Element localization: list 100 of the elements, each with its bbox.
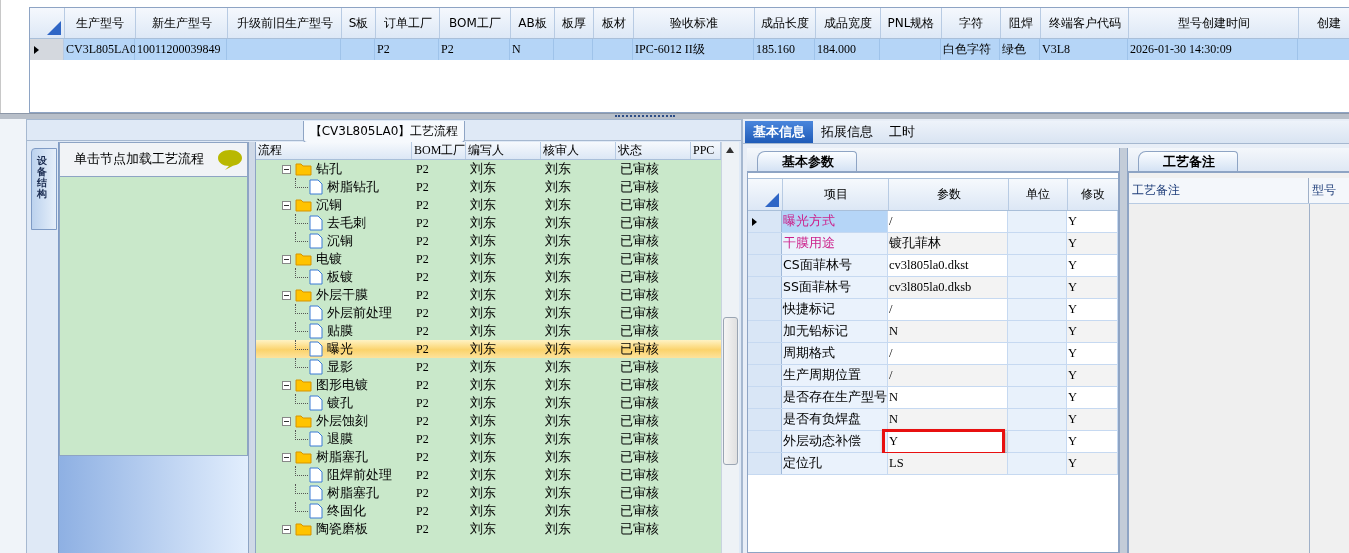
table-cell: 加无铅标记 bbox=[782, 321, 888, 342]
tree-node[interactable]: 镀孔 bbox=[327, 394, 353, 412]
column-header[interactable]: 生产型号 bbox=[65, 8, 136, 38]
collapse-toggle-icon[interactable] bbox=[282, 380, 291, 390]
table-cell: 已审核 bbox=[620, 268, 659, 286]
tree-node[interactable]: 电镀 bbox=[316, 250, 342, 268]
column-header[interactable]: 新生产型号 bbox=[136, 8, 228, 38]
tree-node[interactable]: 树脂塞孔 bbox=[327, 484, 379, 502]
table-cell: 刘东 bbox=[545, 304, 571, 322]
document-icon bbox=[309, 359, 323, 375]
table-cell: 刘东 bbox=[470, 394, 496, 412]
tab[interactable]: 拓展信息 bbox=[813, 121, 881, 143]
table-row[interactable]: CV3L805LA0 10011200039849 P2 P2 N IPC-6012 II级 185.160 184.000 白色字符 绿色 V3L8 2026-01-30 14:30:09 bbox=[30, 39, 1349, 60]
tab[interactable]: 基本信息 bbox=[745, 121, 813, 143]
collapse-toggle-icon[interactable] bbox=[282, 524, 291, 534]
table-cell: 2026-01-30 14:30:09 bbox=[1128, 39, 1298, 60]
scrollbar[interactable] bbox=[721, 142, 739, 553]
column-header[interactable]: PNL规格 bbox=[881, 8, 942, 38]
collapse-toggle-icon[interactable] bbox=[282, 200, 291, 210]
column-header[interactable]: 终端客户代码 bbox=[1041, 8, 1129, 38]
table-cell: Y bbox=[1067, 233, 1118, 254]
collapse-toggle-icon[interactable] bbox=[282, 164, 291, 174]
tree-node[interactable]: 沉铜 bbox=[316, 196, 342, 214]
collapse-toggle-icon[interactable] bbox=[282, 452, 291, 462]
table-cell: 定位孔 bbox=[782, 453, 888, 474]
table-cell: 刘东 bbox=[545, 268, 571, 286]
table-cell: Y bbox=[1067, 431, 1118, 452]
tab[interactable]: 工艺备注 bbox=[1138, 151, 1238, 171]
table-cell: 已审核 bbox=[620, 394, 659, 412]
tree-node[interactable]: 树脂钻孔 bbox=[327, 178, 379, 196]
tree-node[interactable]: 图形电镀 bbox=[316, 376, 368, 394]
column-header[interactable]: 成品长度 bbox=[755, 8, 816, 38]
column-header[interactable]: 流程 bbox=[256, 142, 412, 159]
column-header[interactable]: 工艺备注 bbox=[1129, 178, 1309, 203]
tree-node[interactable]: 钻孔 bbox=[316, 160, 342, 178]
table-cell: 刘东 bbox=[470, 250, 496, 268]
row-header[interactable] bbox=[748, 211, 782, 232]
column-header[interactable]: AB板 bbox=[511, 8, 555, 38]
tree-node[interactable]: 贴膜 bbox=[327, 322, 353, 340]
splitter-bar[interactable] bbox=[1119, 148, 1128, 553]
column-header[interactable]: 验收标准 bbox=[634, 8, 755, 38]
table-cell: CS面菲林号 bbox=[782, 255, 888, 276]
side-tab[interactable]: 设备结构 bbox=[31, 148, 57, 230]
table-cell: P2 bbox=[416, 413, 429, 429]
tree-node[interactable]: 退膜 bbox=[327, 430, 353, 448]
tree-node[interactable]: 外层前处理 bbox=[327, 304, 392, 322]
tree-node[interactable]: 显影 bbox=[327, 358, 353, 376]
splitter-bar[interactable] bbox=[248, 142, 255, 553]
table-cell: P2 bbox=[416, 269, 429, 285]
table-cell: P2 bbox=[416, 341, 429, 357]
folder-icon bbox=[295, 522, 312, 536]
column-header[interactable]: 参数 bbox=[889, 179, 1009, 210]
tree-node[interactable]: 陶瓷磨板 bbox=[316, 520, 368, 538]
table-cell: 刘东 bbox=[545, 178, 571, 196]
table-cell: 已审核 bbox=[620, 232, 659, 250]
table-cell: 刘东 bbox=[470, 160, 496, 178]
column-header[interactable]: 创建 bbox=[1299, 8, 1349, 38]
column-header[interactable]: 编写人 bbox=[466, 142, 541, 159]
collapse-toggle-icon[interactable] bbox=[282, 416, 291, 426]
tab[interactable]: 工时 bbox=[881, 121, 923, 143]
column-header[interactable]: BOM工厂 bbox=[412, 142, 466, 159]
splitter-bar[interactable] bbox=[0, 113, 1349, 119]
column-header[interactable]: BOM工厂 bbox=[440, 8, 511, 38]
column-header[interactable]: 板材 bbox=[594, 8, 634, 38]
table-cell bbox=[880, 39, 941, 60]
tree-node[interactable]: 终固化 bbox=[327, 502, 366, 520]
column-header[interactable]: 型号 bbox=[1309, 178, 1349, 203]
tree-node[interactable]: 阻焊前处理 bbox=[327, 466, 392, 484]
tree-node[interactable]: 板镀 bbox=[327, 268, 353, 286]
column-header[interactable]: 板厚 bbox=[555, 8, 594, 38]
table-cell: P2 bbox=[439, 39, 510, 60]
table-cell: P2 bbox=[416, 161, 429, 177]
table-cell: P2 bbox=[416, 287, 429, 303]
column-header[interactable]: 订单工厂 bbox=[376, 8, 440, 38]
tab[interactable]: 基本参数 bbox=[757, 151, 857, 171]
table-cell: 刘东 bbox=[545, 520, 571, 538]
tree-node[interactable]: 外层蚀刻 bbox=[316, 412, 368, 430]
collapse-toggle-icon[interactable] bbox=[282, 254, 291, 264]
folder-icon bbox=[295, 162, 312, 176]
column-header[interactable]: 成品宽度 bbox=[816, 8, 881, 38]
column-header[interactable]: 字符 bbox=[942, 8, 1001, 38]
table-cell: 刘东 bbox=[545, 160, 571, 178]
column-header[interactable]: 升级前旧生产型号 bbox=[228, 8, 342, 38]
column-header[interactable]: 型号创建时间 bbox=[1129, 8, 1299, 38]
column-header[interactable]: 核审人 bbox=[541, 142, 616, 159]
table-cell: 刘东 bbox=[545, 502, 571, 520]
column-header[interactable]: 状态 bbox=[616, 142, 691, 159]
column-header[interactable]: 项目 bbox=[783, 179, 889, 210]
column-header[interactable]: 阻焊 bbox=[1001, 8, 1041, 38]
tree-node[interactable]: 树脂塞孔 bbox=[316, 448, 368, 466]
collapse-toggle-icon[interactable] bbox=[282, 290, 291, 300]
table-cell: Y bbox=[1067, 211, 1118, 232]
tree-node[interactable]: 沉铜 bbox=[327, 232, 353, 250]
tree-node[interactable]: 曝光 bbox=[327, 340, 353, 358]
tree-node[interactable]: 外层干膜 bbox=[316, 286, 368, 304]
table-cell: 刘东 bbox=[470, 340, 496, 358]
column-header[interactable]: 单位 bbox=[1009, 179, 1068, 210]
table-cell: 已审核 bbox=[620, 484, 659, 502]
column-header[interactable]: S板 bbox=[342, 8, 376, 38]
tree-node[interactable]: 去毛刺 bbox=[327, 214, 366, 232]
